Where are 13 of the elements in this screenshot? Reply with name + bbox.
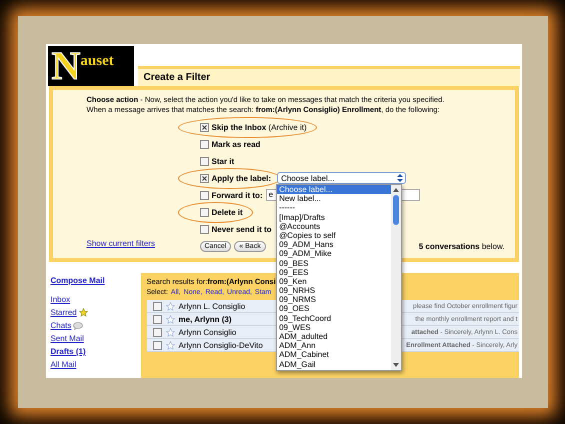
action-label: Mark as read [212,140,260,148]
action-label: Forward it to: [212,190,263,200]
sender-name: me, Arlynn (3) [178,314,232,324]
apply-filter-text: 5 conversations below. [418,242,505,251]
action-label: Delete it [212,208,243,216]
action-label: Skip the Inbox (Archive it) [212,122,307,132]
sender-name: Arlynn Consiglio [178,328,236,336]
action-label: Never send it to [212,224,272,234]
sender-name: Arlynn L. Consiglio [178,302,246,310]
action-label: Star it [212,156,234,166]
sender-name: Arlynn Consiglio-DeVito [178,340,263,350]
action-label: Apply the label: [212,174,272,182]
page-title: Create a Filter [138,66,520,86]
